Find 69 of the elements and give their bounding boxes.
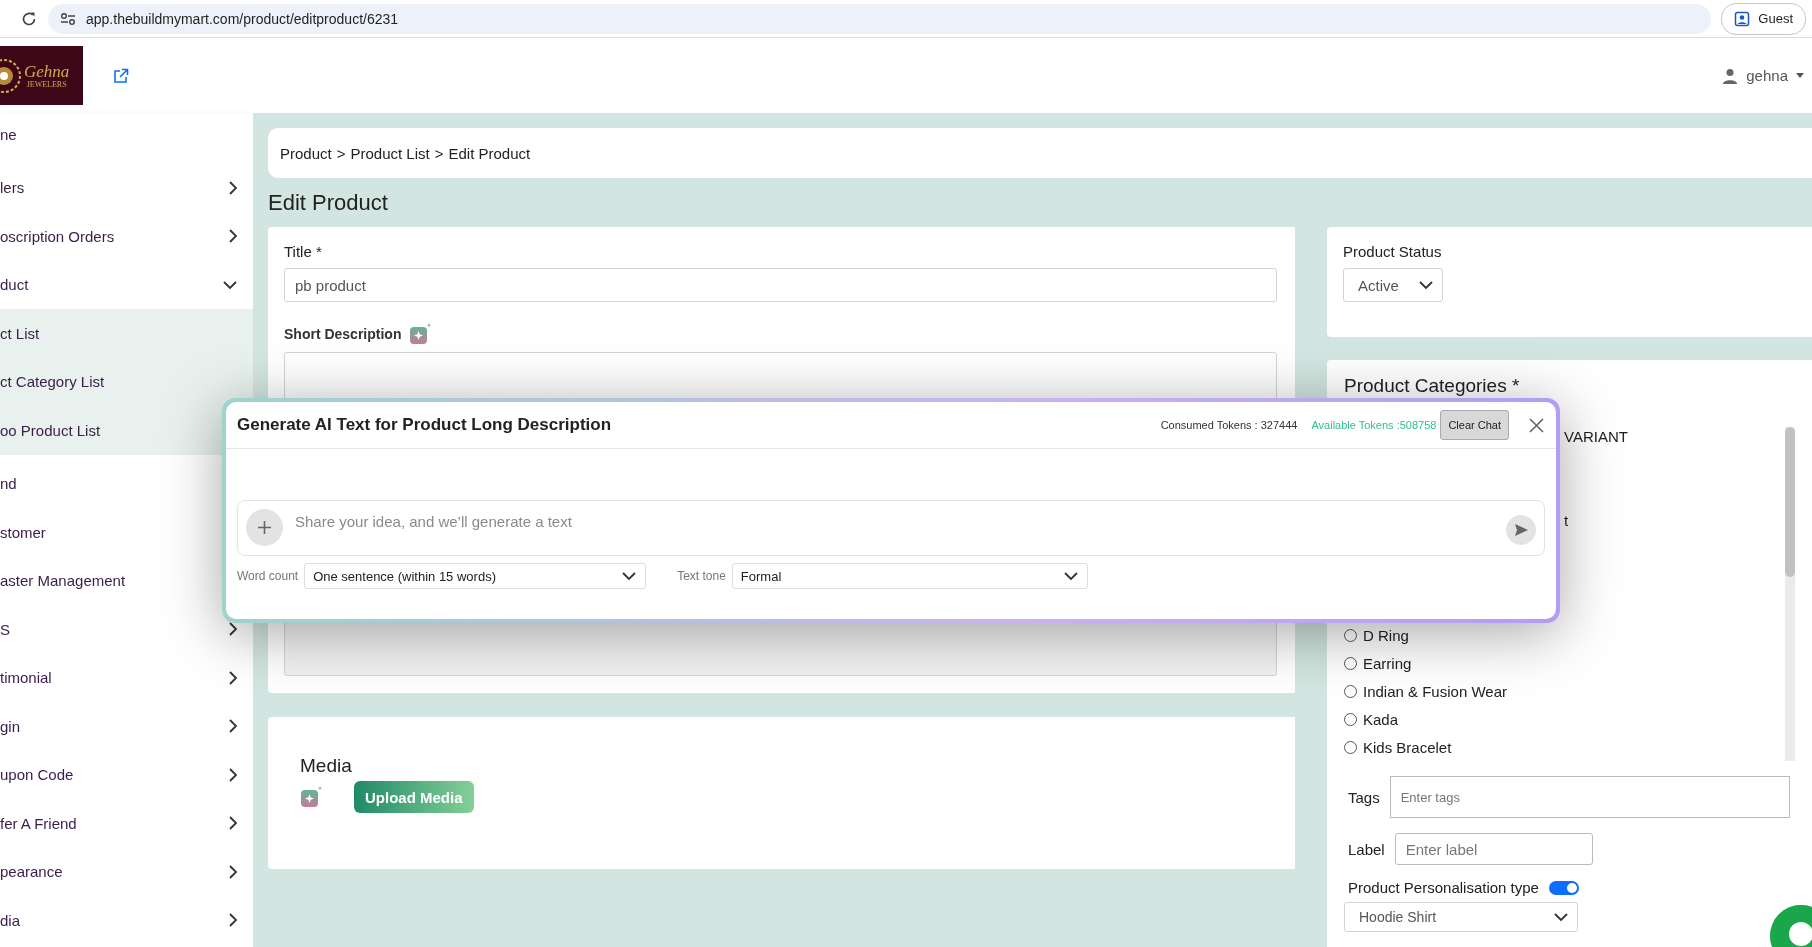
status-select[interactable]: Active — [1343, 268, 1443, 302]
logo-name: Gehna — [24, 62, 70, 80]
input-field[interactable]: pb product — [284, 268, 1277, 302]
prompt-field[interactable]: Share your idea, and we’ll generate a text — [237, 500, 1545, 556]
text-tone-select[interactable]: Formal — [731, 563, 1088, 589]
chevron-down-icon — [1553, 912, 1569, 922]
sidebar-item[interactable]: duct — [0, 276, 222, 294]
breadcrumb-separator: > — [336, 144, 346, 162]
sparkle-icon[interactable] — [300, 785, 324, 809]
scrollbar[interactable] — [1785, 427, 1795, 761]
breadcrumb-separator: > — [434, 144, 444, 162]
section-title: Product Categories * — [1344, 375, 1521, 397]
person-icon — [1734, 10, 1751, 27]
sidebar-item[interactable]: S — [0, 620, 228, 638]
sidebar-item[interactable]: lers — [0, 179, 228, 197]
page-title: Edit Product — [268, 189, 389, 217]
logo-tagline: JEWELERS — [26, 79, 67, 89]
chevron-down-icon — [1418, 280, 1434, 290]
dialog-title: Generate AI Text for Product Long Description — [237, 415, 613, 435]
address-bar[interactable]: app.thebuildmymart.com/product/editproduct/6231 — [48, 3, 1712, 34]
field-label: Tags — [1348, 788, 1380, 806]
sidebar-item[interactable]: ne — [0, 125, 238, 143]
field-label: Title * — [284, 243, 323, 260]
sidebar-item[interactable]: oscription Orders — [0, 227, 228, 245]
caret-down-icon — [1796, 73, 1804, 78]
consumed-tokens: Consumed Tokens : 327444 — [1160, 419, 1298, 431]
clear-chat-button[interactable]: Clear Chat — [1440, 410, 1509, 440]
sidebar-item[interactable]: gin — [0, 717, 228, 735]
available-tokens: Available Tokens :508758 — [1311, 419, 1437, 431]
word-count-select[interactable]: One sentence (within 15 words) — [304, 563, 647, 589]
sidebar-item[interactable]: pearance — [0, 863, 228, 881]
breadcrumb-link[interactable]: Product List — [350, 144, 430, 162]
user-menu[interactable]: gehna — [1746, 67, 1788, 84]
external-link-icon[interactable] — [113, 67, 129, 84]
sidebar-subitem[interactable]: ct List — [0, 324, 238, 342]
field-label: Word count — [237, 569, 299, 583]
breadcrumb-link[interactable]: Product — [280, 144, 332, 162]
category-label: D Ring — [1363, 626, 1409, 644]
toggle-switch[interactable] — [1548, 880, 1579, 895]
user-icon[interactable] — [1722, 67, 1739, 84]
field-label: Product Personalisation type — [1348, 879, 1539, 896]
chevron-down-icon — [621, 571, 638, 581]
field-label: Short Description — [284, 326, 402, 342]
field-label: Text tone — [677, 569, 726, 583]
category-label: Kids Bracelet — [1363, 738, 1452, 756]
category-label: Kada — [1363, 710, 1399, 728]
profile-button[interactable]: Guest — [1721, 2, 1806, 35]
type-select[interactable]: Hoodie Shirt — [1344, 902, 1578, 932]
section-title: Media — [300, 755, 353, 777]
sidebar-item[interactable]: upon Code — [0, 766, 228, 784]
send-icon[interactable] — [1506, 515, 1536, 545]
sidebar-item[interactable]: timonial — [0, 669, 228, 687]
url-text: app.thebuildmymart.com/product/editproduct/6231 — [86, 10, 399, 27]
chevron-down-icon — [1062, 571, 1079, 581]
sidebar-item[interactable]: dia — [0, 911, 228, 929]
logo[interactable]: Gehna JEWELERS — [0, 46, 83, 105]
category-label: t — [1564, 512, 1569, 529]
field-label: Label — [1348, 840, 1385, 858]
prompt-placeholder: Share your idea, and we’ll generate a text — [295, 512, 573, 530]
close-icon[interactable] — [1529, 417, 1544, 433]
input-field[interactable]: Enter tags — [1389, 776, 1790, 818]
field-label: Product Status — [1343, 243, 1443, 260]
category-label: VARIANT — [1564, 428, 1628, 445]
input-field[interactable]: Enter label — [1394, 833, 1593, 865]
sidebar-item[interactable]: fer A Friend — [0, 814, 228, 832]
category-label: Earring — [1363, 654, 1412, 672]
sidebar-subitem[interactable]: ct Category List — [0, 373, 238, 391]
site-settings-icon[interactable] — [60, 11, 76, 26]
category-label: Indian & Fusion Wear — [1363, 682, 1507, 700]
